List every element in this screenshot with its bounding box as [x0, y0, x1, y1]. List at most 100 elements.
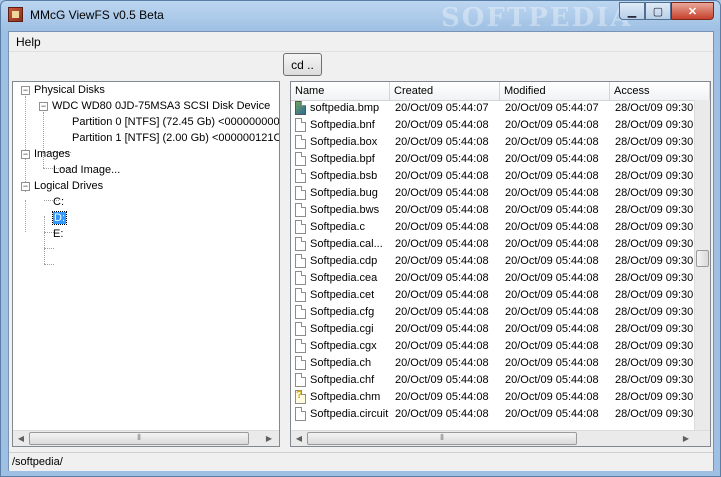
file-modified: 20/Oct/09 05:44:08 — [505, 119, 599, 131]
tree-line — [44, 248, 54, 249]
minimize-button[interactable]: ▁ — [619, 2, 645, 20]
tree-line — [44, 216, 45, 264]
file-access: 28/Oct/09 09:30 — [615, 306, 694, 318]
column-name[interactable]: Name — [291, 82, 390, 100]
file-row[interactable]: Softpedia.ch 20/Oct/09 05:44:08 20/Oct/09 … — [291, 355, 694, 372]
file-row[interactable]: Softpedia.cgx 20/Oct/09 05:44:08 20/Oct/09… — [291, 338, 694, 355]
file-row[interactable]: Softpedia.chf 20/Oct/09 05:44:08 20/Oct/09… — [291, 372, 694, 389]
tree-line — [25, 200, 26, 232]
file-access: 28/Oct/09 09:30 — [615, 323, 694, 335]
app-window: MMcG ViewFS v0.5 Beta SOFTPEDIA ▁ ▢ ✕ He… — [0, 0, 721, 477]
file-name: Softpedia.chf — [310, 374, 375, 386]
column-modified[interactable]: Modified — [500, 82, 610, 100]
column-created[interactable]: Created — [390, 82, 500, 100]
file-icon — [295, 186, 306, 200]
file-modified: 20/Oct/09 05:44:08 — [505, 221, 599, 233]
help-file-icon: ? — [295, 389, 306, 404]
file-icon — [295, 135, 306, 149]
tree-disk-device[interactable]: WDC WD80 0JD-75MSA3 SCSI Disk Device — [52, 98, 270, 114]
file-name: Softpedia.bpf — [310, 153, 375, 165]
collapse-images-icon[interactable]: − — [21, 150, 30, 159]
file-icon — [295, 288, 306, 302]
file-list[interactable]: Name Created Modified Access softpedia.b… — [290, 81, 711, 447]
tree-partition-0[interactable]: Partition 0 [NTFS] (72.45 Gb) <000000000 — [72, 114, 279, 130]
tree-drive-d[interactable]: D: — [52, 210, 67, 226]
collapse-physical-disks-icon[interactable]: − — [21, 86, 30, 95]
scroll-left-arrow-icon[interactable]: ◀ — [291, 431, 307, 446]
scroll-right-arrow-icon[interactable]: ▶ — [261, 431, 277, 446]
file-row[interactable]: Softpedia.cfg 20/Oct/09 05:44:08 20/Oct/09… — [291, 304, 694, 321]
file-row[interactable]: Softpedia.bws 20/Oct/09 05:44:08 20/Oct/09… — [291, 202, 694, 219]
file-icon — [295, 118, 306, 132]
file-row[interactable]: Softpedia.bug 20/Oct/09 05:44:08 20/Oct/09… — [291, 185, 694, 202]
tree-drive-e[interactable]: E: — [53, 226, 63, 242]
maximize-button[interactable]: ▢ — [645, 2, 671, 20]
list-scroll-thumb[interactable]: ⦀ — [307, 432, 577, 445]
file-list-header: Name Created Modified Access — [291, 82, 710, 101]
file-row[interactable]: Softpedia.bpf 20/Oct/09 05:44:08 20/Oct/09… — [291, 151, 694, 168]
file-access: 28/Oct/09 09:30 — [615, 391, 694, 403]
file-row[interactable]: Softpedia.circuit 20/Oct/09 05:44:08 20/Oc… — [291, 406, 694, 423]
file-created: 20/Oct/09 05:44:08 — [395, 255, 489, 267]
file-row[interactable]: Softpedia.cet 20/Oct/09 05:44:08 20/Oct/09… — [291, 287, 694, 304]
tree-partition-1[interactable]: Partition 1 [NTFS] (2.00 Gb) <000000121C — [72, 130, 279, 146]
file-row[interactable]: softpedia.bmp 20/Oct/09 05:44:07 20/Oct/09… — [291, 100, 694, 117]
file-modified: 20/Oct/09 05:44:07 — [505, 102, 599, 114]
file-row[interactable]: Softpedia.cgi 20/Oct/09 05:44:08 20/Oct/09… — [291, 321, 694, 338]
file-created: 20/Oct/09 05:44:08 — [395, 408, 489, 420]
file-modified: 20/Oct/09 05:44:08 — [505, 238, 599, 250]
file-created: 20/Oct/09 05:44:08 — [395, 391, 489, 403]
close-button[interactable]: ✕ — [671, 2, 714, 20]
file-icon — [295, 254, 306, 268]
file-name: Softpedia.circuit — [310, 408, 389, 420]
tree-line — [25, 96, 26, 192]
folder-tree[interactable]: − Physical Disks − WDC WD80 0JD-75MSA3 S… — [12, 81, 280, 447]
file-row[interactable]: Softpedia.bsb 20/Oct/09 05:44:08 20/Oct/09… — [291, 168, 694, 185]
file-created: 20/Oct/09 05:44:08 — [395, 204, 489, 216]
tree-horizontal-scrollbar[interactable]: ◀ ⦀ ▶ — [13, 430, 279, 446]
file-created: 20/Oct/09 05:44:08 — [395, 323, 489, 335]
file-name: Softpedia.cfg — [310, 306, 375, 318]
file-icon — [295, 356, 306, 370]
file-access: 28/Oct/09 09:30 — [615, 102, 694, 114]
file-name: Softpedia.bws — [310, 204, 380, 216]
tree-drive-c[interactable]: C: — [53, 194, 64, 210]
file-access: 28/Oct/09 09:30 — [615, 408, 694, 420]
file-row[interactable]: Softpedia.bnf 20/Oct/09 05:44:08 20/Oct/09… — [291, 117, 694, 134]
file-name: softpedia.bmp — [310, 102, 380, 114]
list-vertical-scrollbar[interactable] — [694, 100, 710, 430]
list-vscroll-thumb[interactable] — [696, 250, 709, 267]
file-access: 28/Oct/09 09:30 — [615, 357, 694, 369]
collapse-disk-icon[interactable]: − — [39, 102, 48, 111]
app-icon[interactable] — [8, 7, 23, 22]
cd-up-button[interactable]: cd .. — [283, 53, 322, 76]
file-modified: 20/Oct/09 05:44:08 — [505, 255, 599, 267]
file-row[interactable]: Softpedia.cdp 20/Oct/09 05:44:08 20/Oct/09… — [291, 253, 694, 270]
file-name: Softpedia.cea — [310, 272, 378, 284]
list-horizontal-scrollbar[interactable]: ◀ ⦀ ▶ — [291, 430, 710, 446]
file-icon — [295, 407, 306, 421]
collapse-logical-drives-icon[interactable]: − — [21, 182, 30, 191]
menu-help[interactable]: Help — [16, 35, 41, 49]
tree-drive-d-label[interactable]: D: — [52, 211, 67, 225]
file-row[interactable]: Softpedia.box 20/Oct/09 05:44:08 20/Oct/09… — [291, 134, 694, 151]
help-mark-icon: ? — [296, 389, 303, 401]
file-created: 20/Oct/09 05:44:08 — [395, 289, 489, 301]
title-bar[interactable]: MMcG ViewFS v0.5 Beta SOFTPEDIA ▁ ▢ ✕ — [1, 1, 720, 33]
file-row[interactable]: Softpedia.cea 20/Oct/09 05:44:08 20/Oct/09… — [291, 270, 694, 287]
file-row[interactable]: Softpedia.cal... 20/Oct/09 05:44:08 20/Oct… — [291, 236, 694, 253]
file-access: 28/Oct/09 09:30 — [615, 374, 694, 386]
tree-line — [44, 264, 54, 265]
tree-scroll-thumb[interactable]: ⦀ — [29, 432, 249, 445]
scroll-left-arrow-icon[interactable]: ◀ — [13, 431, 29, 446]
column-access[interactable]: Access — [610, 82, 710, 100]
tree-logical-drives[interactable]: Logical Drives — [34, 178, 103, 194]
file-row[interactable]: ? Softpedia.chm 20/Oct/09 05:44:08 20/Oct/0… — [291, 389, 694, 406]
file-row[interactable]: Softpedia.c 20/Oct/09 05:44:08 20/Oct/09 0… — [291, 219, 694, 236]
tree-load-image[interactable]: Load Image... — [53, 162, 120, 178]
tree-physical-disks[interactable]: Physical Disks — [34, 82, 105, 98]
scroll-right-arrow-icon[interactable]: ▶ — [678, 431, 694, 446]
file-name: Softpedia.c — [310, 221, 366, 233]
tree-images[interactable]: Images — [34, 146, 70, 162]
file-created: 20/Oct/09 05:44:07 — [395, 102, 489, 114]
